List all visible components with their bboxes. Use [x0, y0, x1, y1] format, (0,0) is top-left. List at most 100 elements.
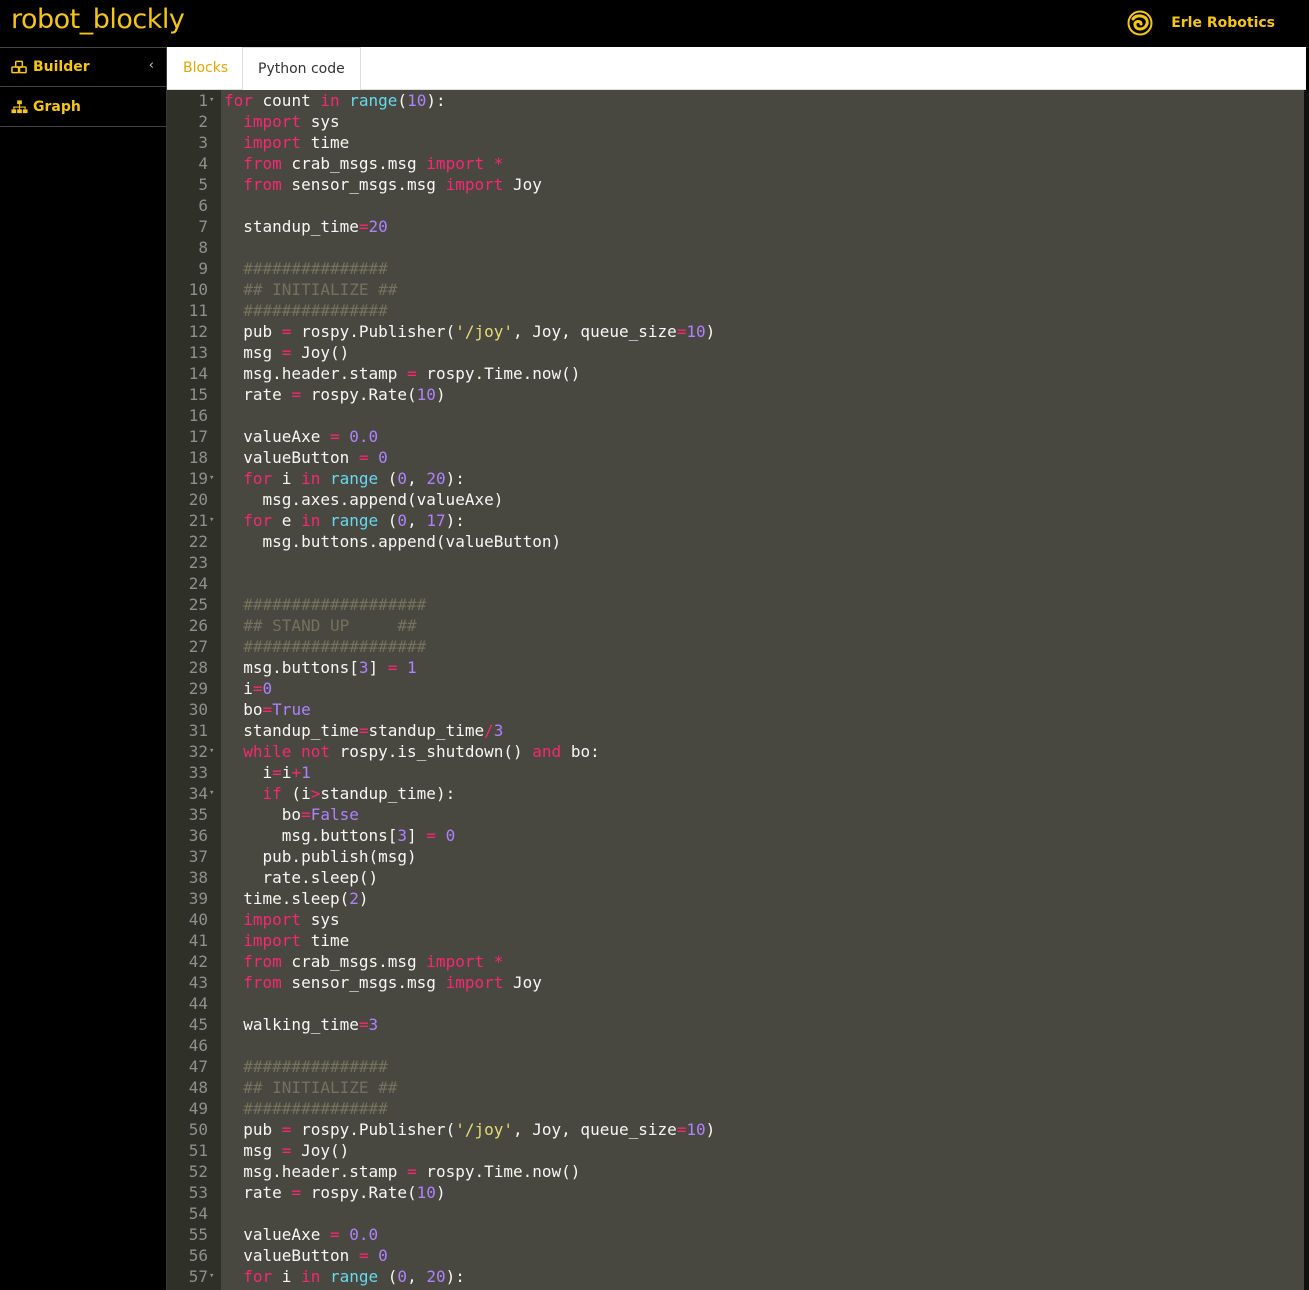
code-text: i=0	[224, 679, 273, 698]
line-number: 7	[198, 217, 208, 236]
fold-arrow-icon[interactable]: ▾	[209, 90, 214, 111]
line-number: 30	[188, 700, 208, 719]
erle-logo-icon	[1127, 10, 1153, 36]
line-number: 11	[188, 301, 208, 320]
line-number: 31	[188, 721, 208, 740]
sidebar-item-builder[interactable]: Builder ‹	[0, 47, 166, 87]
line-number: 23	[188, 553, 208, 572]
code-text: ###################	[243, 595, 427, 614]
code-text: ## INITIALIZE ##	[243, 280, 398, 299]
line-number: 26	[188, 616, 208, 635]
code-text: from crab_msgs.msg import *	[243, 154, 504, 173]
editor-scrollbar[interactable]	[1304, 90, 1309, 1290]
line-number: 20	[188, 490, 208, 509]
code-text: from sensor_msgs.msg import Joy	[243, 973, 542, 992]
line-number: 1	[198, 91, 208, 110]
code-text: for i in range (0, 20):	[243, 469, 465, 488]
code-text: for i in range (0, 20):	[243, 1267, 465, 1286]
editor-tabs: Blocks Python code	[167, 47, 1306, 90]
code-text: ###############	[243, 1099, 388, 1118]
code-text: ## STAND UP ##	[243, 616, 417, 635]
line-number: 51	[188, 1141, 208, 1160]
collapse-chevron-icon[interactable]: ‹	[149, 58, 154, 73]
tab-blocks[interactable]: Blocks	[168, 47, 243, 89]
code-text: msg = Joy()	[224, 1141, 350, 1160]
code-text: msg.header.stamp = rospy.Time.now()	[224, 1162, 581, 1181]
code-text: standup_time=standup_time/3	[224, 721, 504, 740]
line-number: 57	[188, 1267, 208, 1286]
line-number: 48	[188, 1078, 208, 1097]
line-number: 12	[188, 322, 208, 341]
code-text: walking_time=3	[224, 1015, 379, 1034]
code-text: valueAxe = 0.0	[224, 427, 379, 446]
code-text: standup_time=20	[224, 217, 388, 236]
line-number: 45	[188, 1015, 208, 1034]
code-text: msg.buttons[3] = 1	[224, 658, 417, 677]
code-text: for count in range(10):	[224, 91, 446, 110]
fold-arrow-icon[interactable]: ▾	[209, 468, 214, 489]
code-text: import time	[243, 931, 350, 950]
line-number: 36	[188, 826, 208, 845]
code-text: bo=True	[224, 700, 311, 719]
line-number: 14	[188, 364, 208, 383]
sidebar-item-label: Builder	[33, 59, 90, 75]
fold-arrow-icon[interactable]: ▾	[209, 783, 214, 804]
line-number: 32	[188, 742, 208, 761]
line-number: 10	[188, 280, 208, 299]
code-text: time.sleep(2)	[224, 889, 369, 908]
app-title[interactable]: robot_blockly	[11, 4, 185, 35]
line-number: 2	[198, 112, 208, 131]
line-number: 38	[188, 868, 208, 887]
line-number: 53	[188, 1183, 208, 1202]
line-number: 6	[198, 196, 208, 215]
fold-arrow-icon[interactable]: ▾	[209, 741, 214, 762]
tab-python-code[interactable]: Python code	[242, 47, 361, 90]
line-number: 13	[188, 343, 208, 362]
code-text: msg = Joy()	[224, 343, 350, 362]
sitemap-icon	[11, 99, 28, 113]
line-number: 40	[188, 910, 208, 929]
line-number: 17	[188, 427, 208, 446]
code-editor[interactable]: 1 ▾ for count in range(10): 2 import sys 3 i…	[167, 90, 1304, 1290]
line-number: 44	[188, 994, 208, 1013]
code-text: rate.sleep()	[224, 868, 379, 887]
code-text: import sys	[243, 112, 340, 131]
code-text: import time	[243, 133, 350, 152]
code-text: valueButton = 0	[224, 1246, 388, 1265]
line-number: 43	[188, 973, 208, 992]
cubes-icon	[11, 60, 27, 74]
line-number: 19	[188, 469, 208, 488]
code-text: import sys	[243, 910, 340, 929]
code-text: msg.axes.append(valueAxe)	[224, 490, 504, 509]
fold-arrow-icon[interactable]: ▾	[209, 1266, 214, 1287]
code-text: from crab_msgs.msg import *	[243, 952, 504, 971]
line-number: 37	[188, 847, 208, 866]
code-text: pub = rospy.Publisher('/joy', Joy, queue…	[224, 1120, 716, 1139]
line-number: 56	[188, 1246, 208, 1265]
line-number: 47	[188, 1057, 208, 1076]
sidebar: Builder ‹ Graph	[0, 47, 167, 1290]
code-text: i=i+1	[224, 763, 311, 782]
line-number: 39	[188, 889, 208, 908]
code-text: from sensor_msgs.msg import Joy	[243, 175, 542, 194]
code-text: pub = rospy.Publisher('/joy', Joy, queue…	[224, 322, 716, 341]
line-number: 25	[188, 595, 208, 614]
fold-arrow-icon[interactable]: ▾	[209, 510, 214, 531]
line-number: 28	[188, 658, 208, 677]
line-number: 8	[198, 238, 208, 257]
sidebar-item-graph[interactable]: Graph	[0, 87, 166, 127]
line-number: 52	[188, 1162, 208, 1181]
code-text: valueAxe = 0.0	[224, 1225, 379, 1244]
code-text: msg.buttons[3] = 0	[224, 826, 456, 845]
line-number: 50	[188, 1120, 208, 1139]
code-text: while not rospy.is_shutdown() and bo:	[243, 742, 600, 761]
brand[interactable]: Erle Robotics	[1127, 10, 1275, 36]
code-text: msg.buttons.append(valueButton)	[224, 532, 562, 551]
line-number: 5	[198, 175, 208, 194]
line-number: 21	[188, 511, 208, 530]
code-text: ###################	[243, 637, 427, 656]
line-number: 18	[188, 448, 208, 467]
code-text: ###############	[243, 1057, 388, 1076]
code-text: if (i>standup_time):	[262, 784, 456, 803]
line-number: 3	[198, 133, 208, 152]
